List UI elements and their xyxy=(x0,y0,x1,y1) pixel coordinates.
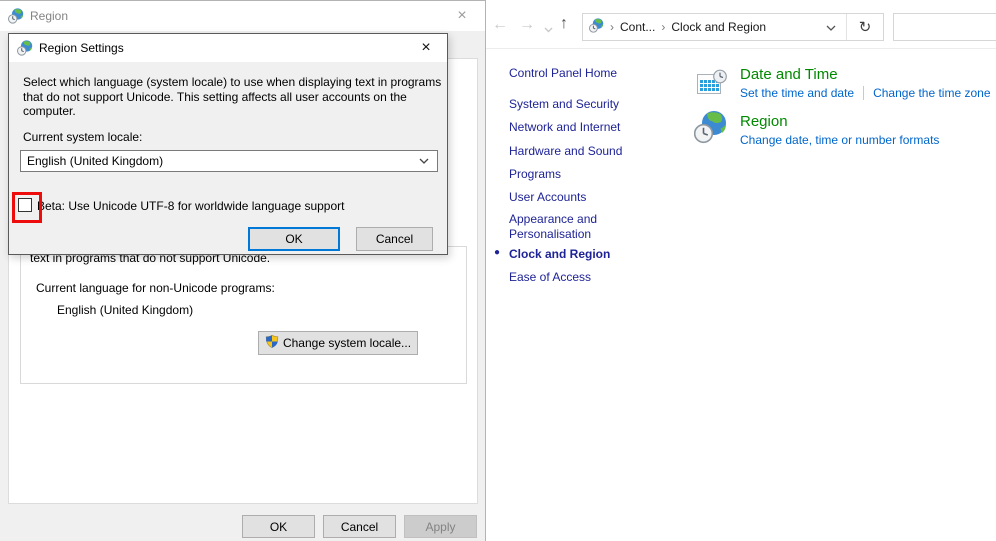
change-time-zone-link[interactable]: Change the time zone xyxy=(873,86,990,100)
region-settings-titlebar: Region Settings × xyxy=(9,34,447,62)
refresh-button[interactable]: ↻ xyxy=(846,14,883,40)
utf8-beta-checkbox-label[interactable]: Beta: Use Unicode UTF-8 for worldwide la… xyxy=(37,199,345,213)
region-settings-dialog: Region Settings × Select which language … xyxy=(8,33,448,255)
close-icon[interactable]: × xyxy=(405,34,447,61)
current-system-locale-label: Current system locale: xyxy=(23,130,142,144)
region-title[interactable]: Region xyxy=(740,113,788,130)
region-cancel-button[interactable]: Cancel xyxy=(323,515,396,538)
region-ok-button[interactable]: OK xyxy=(242,515,315,538)
uac-shield-icon xyxy=(265,334,279,352)
sidebar-item-home[interactable]: Control Panel Home xyxy=(509,66,617,80)
highlight-red-box xyxy=(12,192,42,223)
region-settings-title: Region Settings xyxy=(39,41,124,55)
date-and-time-icon[interactable] xyxy=(696,68,728,103)
control-panel-window: ← → ↑ xyxy=(486,0,996,541)
address-bar[interactable]: › Cont... › Clock and Region ↻ xyxy=(582,13,884,41)
region-apply-button[interactable]: Apply xyxy=(404,515,477,538)
toolbar: ← → ↑ xyxy=(486,0,996,49)
settings-cancel-button[interactable]: Cancel xyxy=(356,227,433,251)
region-tasks: Change date, time or number formats xyxy=(740,133,939,147)
up-icon[interactable]: ↑ xyxy=(560,16,568,32)
search-input[interactable] xyxy=(894,14,996,40)
sidebar-item-clock-and-region[interactable]: Clock and Region xyxy=(509,247,610,261)
set-time-date-link[interactable]: Set the time and date xyxy=(740,86,854,100)
region-dialog: Region × text in programs that do not su… xyxy=(0,0,486,541)
clock-region-icon xyxy=(589,18,604,36)
breadcrumb-control-panel[interactable]: Cont... xyxy=(620,20,655,34)
locale-description: Select which language (system locale) to… xyxy=(23,75,441,119)
sidebar-item-hardware-sound[interactable]: Hardware and Sound xyxy=(509,144,622,158)
date-and-time-tasks: Set the time and date Change the time zo… xyxy=(740,86,991,100)
current-language-label: Current language for non-Unicode program… xyxy=(36,281,275,295)
sidebar-item-programs[interactable]: Programs xyxy=(509,167,561,181)
task-divider xyxy=(863,86,864,100)
breadcrumb-clock-and-region[interactable]: Clock and Region xyxy=(671,20,766,34)
current-language-value: English (United Kingdom) xyxy=(57,303,193,317)
breadcrumb-separator-icon: › xyxy=(661,20,665,34)
refresh-icon: ↻ xyxy=(859,18,872,36)
close-icon[interactable]: × xyxy=(439,1,485,30)
chevron-down-icon xyxy=(419,154,429,168)
address-dropdown-icon[interactable] xyxy=(826,21,836,35)
globe-clock-icon xyxy=(17,40,33,59)
date-and-time-title[interactable]: Date and Time xyxy=(740,66,838,83)
sidebar-item-ease-of-access[interactable]: Ease of Access xyxy=(509,270,591,284)
region-dialog-titlebar: Region × xyxy=(0,1,485,31)
system-locale-value: English (United Kingdom) xyxy=(27,154,419,168)
settings-ok-button[interactable]: OK xyxy=(248,227,340,251)
history-chevron-icon[interactable] xyxy=(544,22,553,36)
breadcrumb: › Cont... › Clock and Region xyxy=(583,14,822,40)
system-locale-select[interactable]: English (United Kingdom) xyxy=(20,150,438,172)
region-icon[interactable] xyxy=(694,110,728,147)
breadcrumb-separator-icon: › xyxy=(610,20,614,34)
search-box[interactable] xyxy=(893,13,996,41)
sidebar-item-network-internet[interactable]: Network and Internet xyxy=(509,120,620,134)
change-system-locale-label: Change system locale... xyxy=(283,336,411,350)
screen: ← → ↑ xyxy=(0,0,996,541)
forward-icon[interactable]: → xyxy=(519,17,535,33)
active-item-bullet-icon: ● xyxy=(494,247,500,258)
back-icon[interactable]: ← xyxy=(492,17,508,33)
change-formats-link[interactable]: Change date, time or number formats xyxy=(740,133,939,147)
sidebar-item-user-accounts[interactable]: User Accounts xyxy=(509,190,586,204)
sidebar-item-appearance-personalisation[interactable]: Appearance and Personalisation xyxy=(509,212,664,242)
sidebar-item-system-security[interactable]: System and Security xyxy=(509,97,619,111)
region-dialog-title: Region xyxy=(30,9,68,23)
globe-clock-icon xyxy=(8,8,24,27)
change-system-locale-button[interactable]: Change system locale... xyxy=(258,331,418,355)
